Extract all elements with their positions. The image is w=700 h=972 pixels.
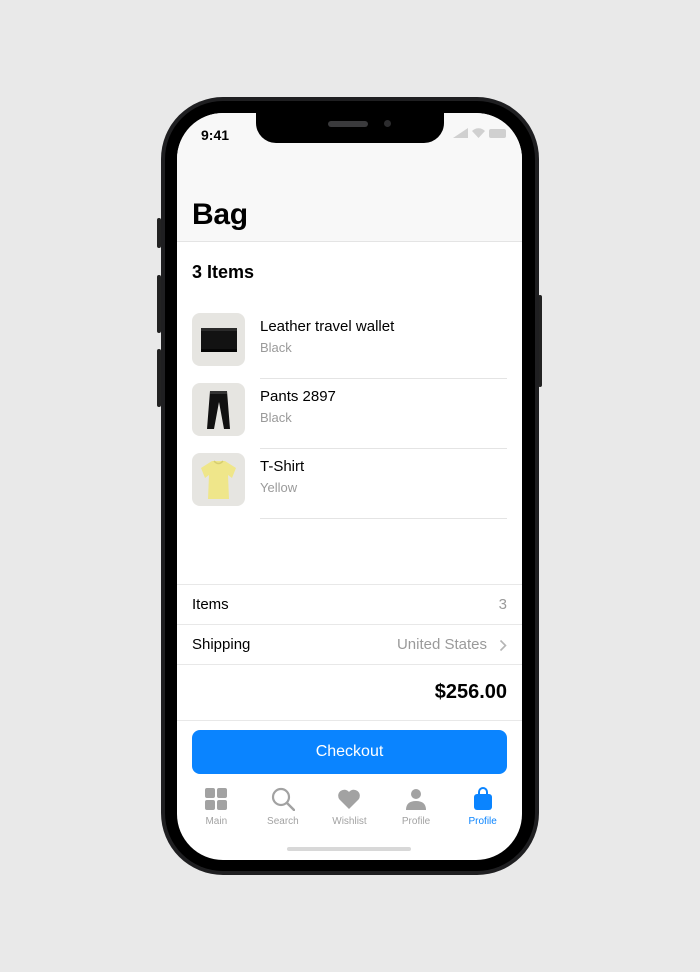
tab-label: Profile bbox=[401, 816, 431, 827]
divider bbox=[260, 448, 507, 449]
heart-icon bbox=[336, 786, 362, 812]
wifi-icon bbox=[472, 128, 485, 138]
battery-icon bbox=[489, 128, 506, 138]
product-name: T-Shirt bbox=[260, 458, 305, 475]
items-value: 3 bbox=[498, 596, 507, 613]
tab-label: Search bbox=[267, 816, 299, 827]
search-icon bbox=[270, 786, 296, 812]
status-time: 9:41 bbox=[201, 127, 230, 143]
product-row-wallet[interactable]: Leather travel wallet Black bbox=[192, 310, 507, 380]
home-indicator bbox=[287, 847, 411, 851]
tshirt-image bbox=[192, 453, 245, 506]
wallet-image bbox=[192, 313, 245, 366]
app-screen: 9:41 Bag 3 Items Leather travel wallet B… bbox=[177, 113, 522, 860]
checkout-button[interactable]: Checkout bbox=[192, 730, 507, 774]
order-total: $256.00 bbox=[434, 681, 507, 703]
items-count-heading: 3 Items bbox=[192, 262, 255, 282]
product-variant: Black bbox=[260, 340, 292, 355]
divider bbox=[260, 518, 507, 519]
product-variant: Yellow bbox=[260, 480, 298, 495]
tab-label: Main bbox=[205, 816, 228, 827]
product-name: Pants 2897 bbox=[260, 388, 336, 405]
items-label: Items bbox=[192, 596, 229, 613]
divider bbox=[177, 664, 522, 665]
tab-main[interactable]: Main bbox=[183, 778, 250, 860]
person-icon bbox=[403, 786, 429, 812]
shipping-row[interactable]: Shipping United States bbox=[177, 625, 522, 665]
product-name: Leather travel wallet bbox=[260, 318, 395, 335]
tab-bag[interactable]: Profile bbox=[449, 778, 516, 860]
divider bbox=[177, 584, 522, 585]
grid-icon bbox=[203, 786, 229, 812]
page-title: Bag bbox=[192, 198, 248, 231]
product-variant: Black bbox=[260, 410, 292, 425]
cellular-icon bbox=[453, 128, 468, 138]
notch bbox=[256, 113, 444, 143]
product-row-pants[interactable]: Pants 2897 Black bbox=[192, 380, 507, 450]
pants-image bbox=[192, 383, 245, 436]
divider bbox=[177, 720, 522, 721]
front-camera bbox=[384, 120, 391, 127]
shipping-value: United States bbox=[396, 636, 487, 653]
speaker-grille bbox=[328, 121, 368, 127]
chevron-right-icon bbox=[499, 639, 507, 652]
status-icons bbox=[453, 128, 506, 138]
tab-label: Profile bbox=[468, 816, 497, 827]
shipping-label: Shipping bbox=[192, 636, 251, 653]
page-header: Bag bbox=[177, 153, 522, 242]
product-row-tshirt[interactable]: T-Shirt Yellow bbox=[192, 450, 507, 520]
tab-label: Wishlist bbox=[332, 816, 367, 827]
divider bbox=[260, 378, 507, 379]
bag-icon bbox=[470, 786, 496, 812]
